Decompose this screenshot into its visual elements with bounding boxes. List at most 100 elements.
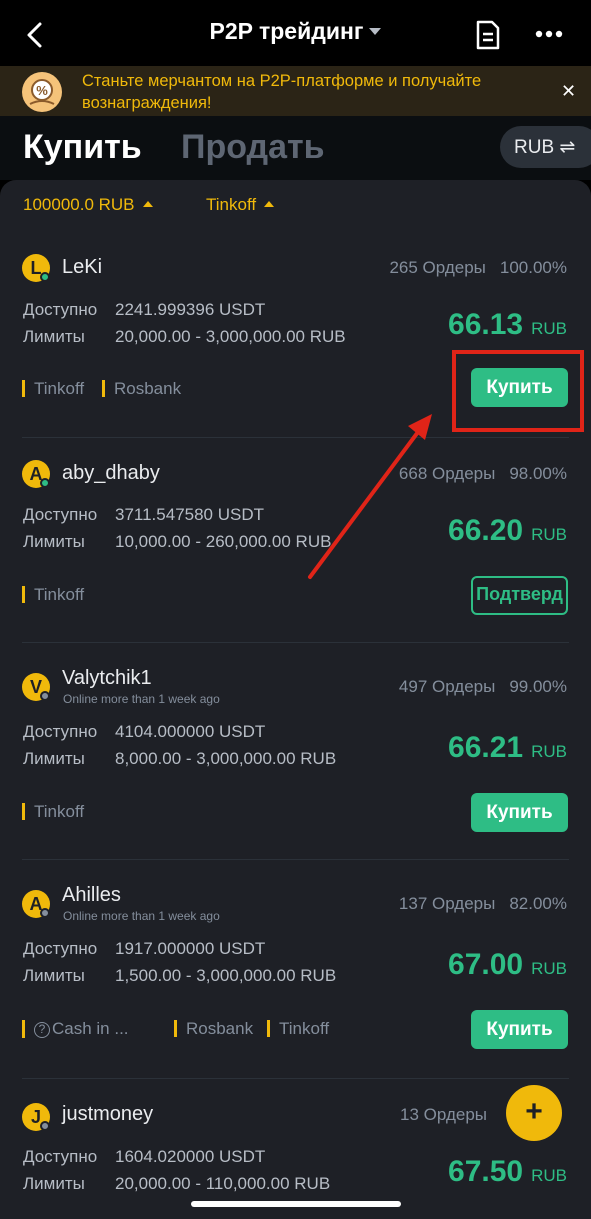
ad-card: J justmoney 13 Ордеры Доступно 1604.0200… xyxy=(0,1079,591,1219)
plus-icon: + xyxy=(525,1095,543,1128)
limits-value: 10,000.00 - 260,000.00 RUB xyxy=(115,532,332,551)
amount-filter[interactable]: 100000.0 RUB xyxy=(23,195,153,215)
currency-switch-button[interactable]: RUB ⇌ xyxy=(500,126,591,168)
merchant-stats: 265 Ордеры 100.00% xyxy=(389,258,567,278)
orders-count: 13 Ордеры xyxy=(400,1105,487,1124)
completion-rate: 99.00% xyxy=(509,677,567,696)
tab-buy[interactable]: Купить xyxy=(23,128,142,167)
completion-rate: 82.00% xyxy=(509,894,567,913)
payment-method-tag: ? Cash in ... xyxy=(22,1020,129,1038)
price-currency: RUB xyxy=(531,742,567,761)
limits-value: 20,000.00 - 3,000,000.00 RUB xyxy=(115,327,346,346)
merchant-stats: 137 Ордеры 82.00% xyxy=(399,894,567,914)
merchant-stats: 13 Ордеры xyxy=(400,1105,487,1125)
limits-label: Лимиты xyxy=(23,327,85,346)
avatar[interactable]: J xyxy=(22,1103,50,1131)
merchant-name[interactable]: aby_dhaby xyxy=(62,462,160,485)
limits-value: 1,500.00 - 3,000,000.00 RUB xyxy=(115,966,337,985)
limits-value: 8,000.00 - 3,000,000.00 RUB xyxy=(115,749,337,768)
limits-label: Лимиты xyxy=(23,1174,85,1193)
available-value: 4104.000000 USDT xyxy=(115,722,266,741)
payment-method-tag: Tinkoff xyxy=(267,1020,329,1037)
orders-count: 137 Ордеры xyxy=(398,894,496,913)
ad-card: A Ahilles Online more than 1 week ago 13… xyxy=(0,860,591,1078)
payment-method-tag: Tinkoff xyxy=(22,803,84,820)
available-value: 1604.020000 USDT xyxy=(115,1147,266,1166)
tab-sell[interactable]: Продать xyxy=(181,128,325,167)
merchant-name[interactable]: Ahilles xyxy=(62,884,121,907)
orders-count: 265 Ордеры xyxy=(389,258,486,277)
available-label: Доступно xyxy=(23,505,98,524)
orders-count: 668 Ордеры xyxy=(398,464,496,483)
merchant-promo-banner[interactable]: % Станьте мерчантом на P2P-платформе и п… xyxy=(0,66,591,116)
svg-text:%: % xyxy=(36,83,48,98)
limits-label: Лимиты xyxy=(23,966,85,985)
available-label: Доступно xyxy=(23,300,98,319)
title-dropdown[interactable]: P2P трейдинг xyxy=(0,18,591,45)
avatar[interactable]: A xyxy=(22,460,50,488)
page-title: P2P трейдинг xyxy=(209,18,364,44)
close-icon[interactable]: ✕ xyxy=(561,81,576,102)
last-online-text: Online more than 1 week ago xyxy=(63,692,220,706)
limits-value: 20,000.00 - 110,000.00 RUB xyxy=(115,1174,331,1193)
completion-rate: 100.00% xyxy=(499,258,567,277)
price-currency: RUB xyxy=(531,959,567,978)
ad-card: A aby_dhaby 668 Ордеры 98.00% Доступно 37… xyxy=(0,438,591,642)
question-icon: ? xyxy=(34,1022,50,1038)
orders-count: 497 Ордеры xyxy=(398,677,496,696)
banner-text: Станьте мерчантом на P2P-платформе и пол… xyxy=(82,72,482,112)
merchant-promo-icon: % xyxy=(22,72,62,112)
confirm-button[interactable]: Подтверд xyxy=(471,576,568,615)
filter-bar: 100000.0 RUB Tinkoff xyxy=(0,180,591,230)
limits-label: Лимиты xyxy=(23,532,85,551)
amount-filter-label: 100000.0 RUB xyxy=(23,195,135,214)
price-value: 67.00 xyxy=(448,948,524,981)
last-online-text: Online more than 1 week ago xyxy=(63,909,220,923)
ad-card: V Valytchik1 Online more than 1 week ago… xyxy=(0,643,591,859)
payment-filter[interactable]: Tinkoff xyxy=(206,195,275,215)
payment-filter-label: Tinkoff xyxy=(206,195,257,214)
price: 66.21 RUB xyxy=(448,731,567,765)
merchant-name[interactable]: LeKi xyxy=(62,256,102,279)
home-indicator xyxy=(191,1201,401,1207)
orders-document-icon[interactable] xyxy=(475,20,501,50)
price: 66.13 RUB xyxy=(448,308,567,342)
offline-status-dot xyxy=(40,691,50,701)
merchant-stats: 497 Ордеры 99.00% xyxy=(399,677,567,697)
price-value: 66.21 xyxy=(448,731,524,764)
available-value: 2241.999396 USDT xyxy=(115,300,266,319)
buy-button[interactable]: Купить xyxy=(471,793,568,832)
offline-status-dot xyxy=(40,908,50,918)
price-value: 66.20 xyxy=(448,514,524,547)
trade-side-tabs: Купить Продать RUB ⇌ xyxy=(0,116,591,180)
offline-status-dot xyxy=(40,1121,50,1131)
caret-up-icon xyxy=(142,201,153,207)
available-label: Доступно xyxy=(23,722,98,741)
add-ad-fab[interactable]: + xyxy=(506,1085,562,1141)
more-options-icon[interactable] xyxy=(535,30,563,38)
caret-down-icon xyxy=(369,28,382,35)
price-currency: RUB xyxy=(531,319,567,338)
merchant-name[interactable]: justmoney xyxy=(62,1103,153,1126)
merchant-stats: 668 Ордеры 98.00% xyxy=(399,464,567,484)
payment-method-tag: Rosbank xyxy=(174,1020,253,1037)
price-currency: RUB xyxy=(531,525,567,544)
online-status-dot xyxy=(40,272,50,282)
avatar[interactable]: A xyxy=(22,890,50,918)
buy-button[interactable]: Купить xyxy=(471,1010,568,1049)
price: 66.20 RUB xyxy=(448,514,567,548)
available-value: 3711.547580 USDT xyxy=(115,505,265,524)
limits-label: Лимиты xyxy=(23,749,85,768)
merchant-name[interactable]: Valytchik1 xyxy=(62,667,152,690)
payment-method-label: Cash in ... xyxy=(52,1019,129,1038)
price-value: 67.50 xyxy=(448,1155,524,1188)
price-currency: RUB xyxy=(531,1166,567,1185)
avatar[interactable]: L xyxy=(22,254,50,282)
price: 67.00 RUB xyxy=(448,948,567,982)
avatar[interactable]: V xyxy=(22,673,50,701)
price-value: 66.13 xyxy=(448,308,524,341)
online-status-dot xyxy=(40,478,50,488)
payment-method-tag: Tinkoff xyxy=(22,586,84,603)
payment-method-tag: Rosbank xyxy=(102,380,181,397)
caret-up-icon xyxy=(264,201,275,207)
